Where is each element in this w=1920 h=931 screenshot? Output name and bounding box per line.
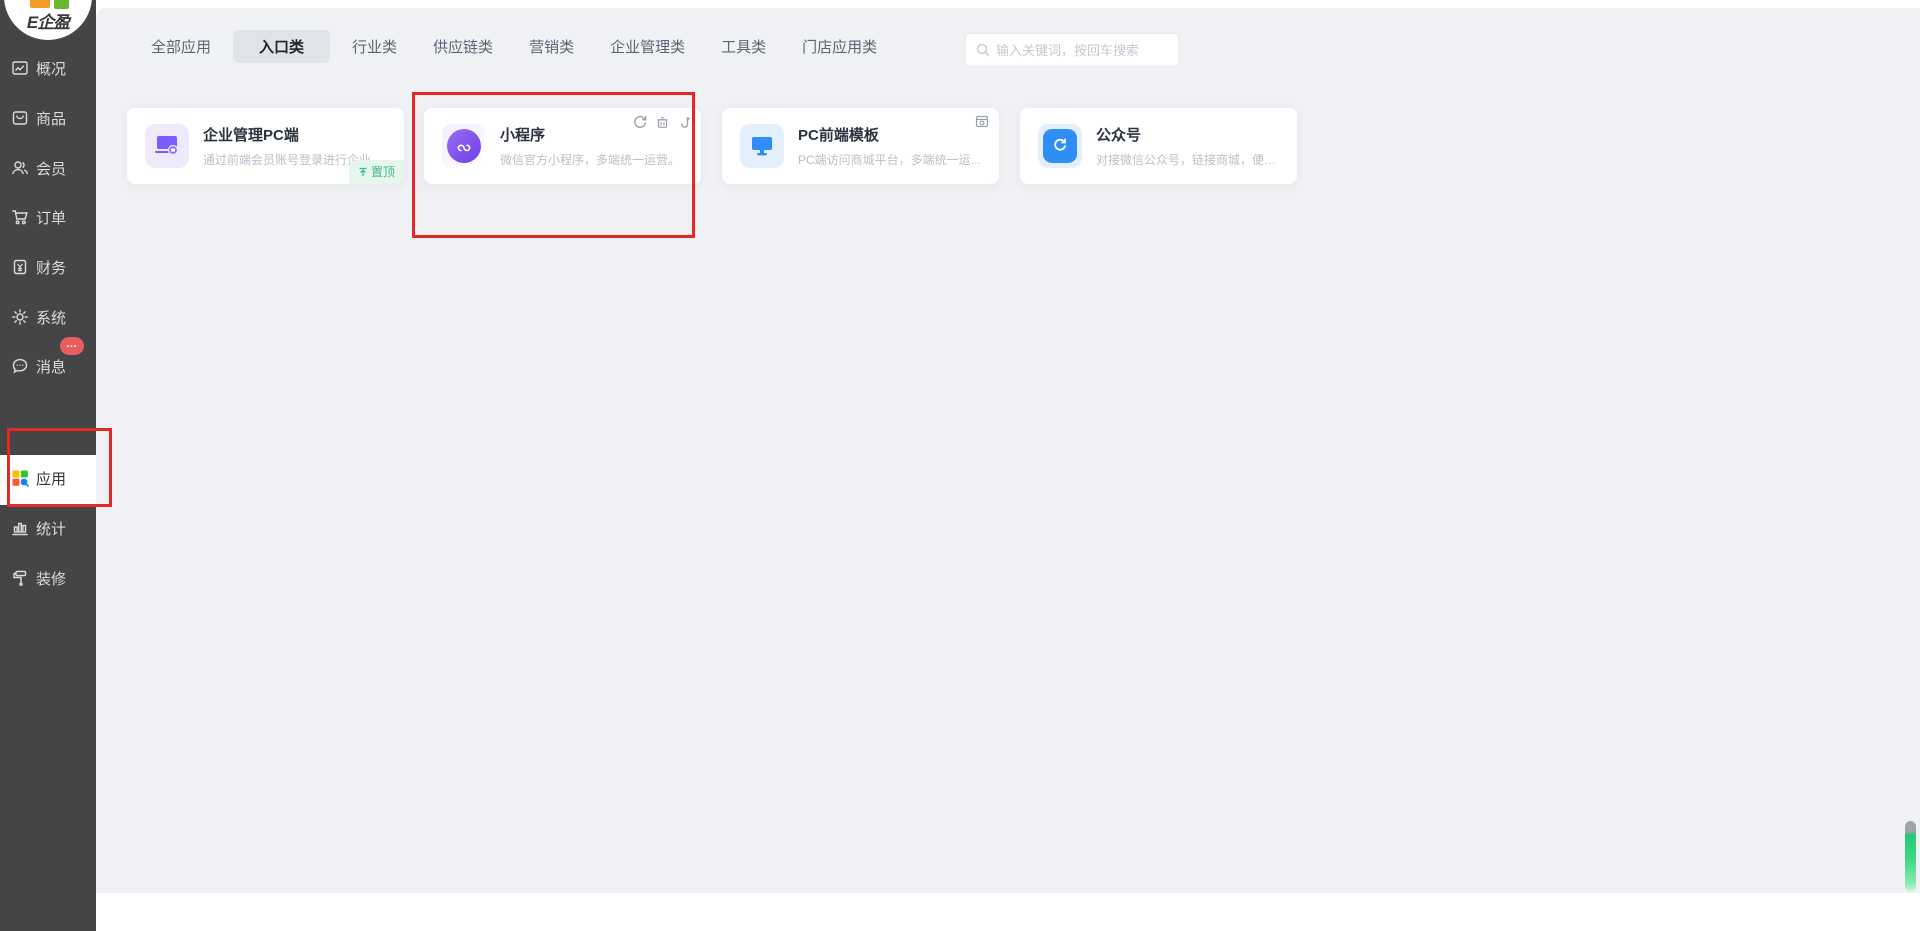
tab-tools-category[interactable]: 工具类	[707, 30, 780, 63]
apps-grid-icon	[11, 469, 29, 487]
stats-bar-icon	[11, 519, 29, 537]
sidebar-item-label: 统计	[36, 518, 66, 539]
pin-top-label: 置顶	[371, 163, 395, 180]
card-desc: PC端访问商城平台，多端统一运...	[798, 151, 985, 168]
app-card-official-account[interactable]: 公众号 对接微信公众号，链接商城，便于...	[1020, 108, 1297, 184]
pc-template-icon	[740, 124, 784, 168]
sidebar-item-label: 消息	[36, 356, 66, 377]
orders-cart-icon	[11, 208, 29, 226]
sidebar-item-label: 订单	[36, 207, 66, 228]
sidebar-item-decorate[interactable]: 装修	[0, 563, 96, 593]
card-title: 企业管理PC端	[203, 124, 390, 145]
sidebar-item-finance[interactable]: 财务	[0, 252, 96, 282]
search-input[interactable]	[996, 43, 1172, 58]
sidebar-item-members[interactable]: 会员	[0, 153, 96, 183]
unlink-icon[interactable]	[678, 115, 691, 129]
sidebar: E企盈 概况 商品 会员	[0, 0, 96, 931]
sidebar-item-overview[interactable]: 概况	[0, 53, 96, 83]
category-tab-bar: 全部应用 入口类 行业类 供应链类 营销类 企业管理类 工具类 门店应用类	[133, 30, 895, 62]
sidebar-item-apps[interactable]: 应用	[0, 463, 96, 493]
app-card-pc-template[interactable]: PC前端模板 PC端访问商城平台，多端统一运...	[722, 108, 999, 184]
message-count-badge: …	[60, 337, 84, 355]
sidebar-item-stats[interactable]: 统计	[0, 513, 96, 543]
tab-industry-category[interactable]: 行业类	[338, 30, 411, 63]
brand-logo: E企盈	[4, 0, 92, 40]
card-desc: 对接微信公众号，链接商城，便于...	[1096, 151, 1283, 168]
system-gear-icon	[11, 308, 29, 326]
members-users-icon	[11, 159, 29, 177]
browser-icon[interactable]	[975, 115, 989, 128]
mini-program-icon	[442, 124, 486, 168]
goods-box-icon	[11, 109, 29, 127]
tab-store-app-category[interactable]: 门店应用类	[788, 30, 891, 63]
pin-top-badge[interactable]: 置顶	[349, 160, 404, 184]
logo-orange-block	[30, 0, 50, 8]
app-card-pc-admin[interactable]: 企业管理PC端 通过前端会员账号登录进行企业管理 置顶	[127, 108, 404, 184]
card-title: 公众号	[1096, 124, 1283, 145]
tab-supply-chain-category[interactable]: 供应链类	[419, 30, 507, 63]
sidebar-item-goods[interactable]: 商品	[0, 103, 96, 133]
sidebar-item-orders[interactable]: 订单	[0, 202, 96, 232]
app-market-page: 全部应用 入口类 行业类 供应链类 营销类 企业管理类 工具类 门店应用类 企业…	[0, 0, 1920, 931]
card-title: PC前端模板	[798, 124, 985, 145]
finance-yuan-icon	[11, 258, 29, 276]
scrollbar-thumb[interactable]	[1905, 821, 1916, 892]
sidebar-item-label: 会员	[36, 158, 66, 179]
sidebar-item-label: 装修	[36, 568, 66, 589]
official-account-icon	[1038, 124, 1082, 168]
tab-entry-category[interactable]: 入口类	[233, 30, 330, 63]
search-box	[965, 33, 1179, 67]
pc-admin-icon	[145, 124, 189, 168]
card-action-bar	[633, 115, 691, 129]
sidebar-item-messages[interactable]: 消息	[0, 351, 96, 381]
sidebar-item-label: 商品	[36, 108, 66, 129]
uninstall-icon[interactable]	[656, 115, 669, 129]
message-chat-icon	[11, 357, 29, 375]
card-desc: 微信官方小程序，多端统一运营。	[500, 151, 687, 168]
sidebar-item-label: 系统	[36, 307, 66, 328]
sidebar-item-label: 概况	[36, 58, 66, 79]
sidebar-item-system[interactable]: 系统	[0, 302, 96, 332]
card-action-bar	[975, 115, 989, 128]
refresh-icon[interactable]	[633, 115, 647, 129]
pin-top-icon	[358, 167, 368, 177]
decorate-roller-icon	[11, 569, 29, 587]
app-card-mini-program[interactable]: 小程序 微信官方小程序，多端统一运营。	[424, 108, 701, 184]
tab-enterprise-mgmt-category[interactable]: 企业管理类	[596, 30, 699, 63]
tab-marketing-category[interactable]: 营销类	[515, 30, 588, 63]
brand-logo-text: E企盈	[4, 8, 92, 33]
overview-chart-icon	[11, 59, 29, 77]
search-icon	[976, 43, 990, 57]
sidebar-item-label: 应用	[36, 468, 66, 489]
sidebar-item-label: 财务	[36, 257, 66, 278]
tab-all-apps[interactable]: 全部应用	[137, 30, 225, 63]
